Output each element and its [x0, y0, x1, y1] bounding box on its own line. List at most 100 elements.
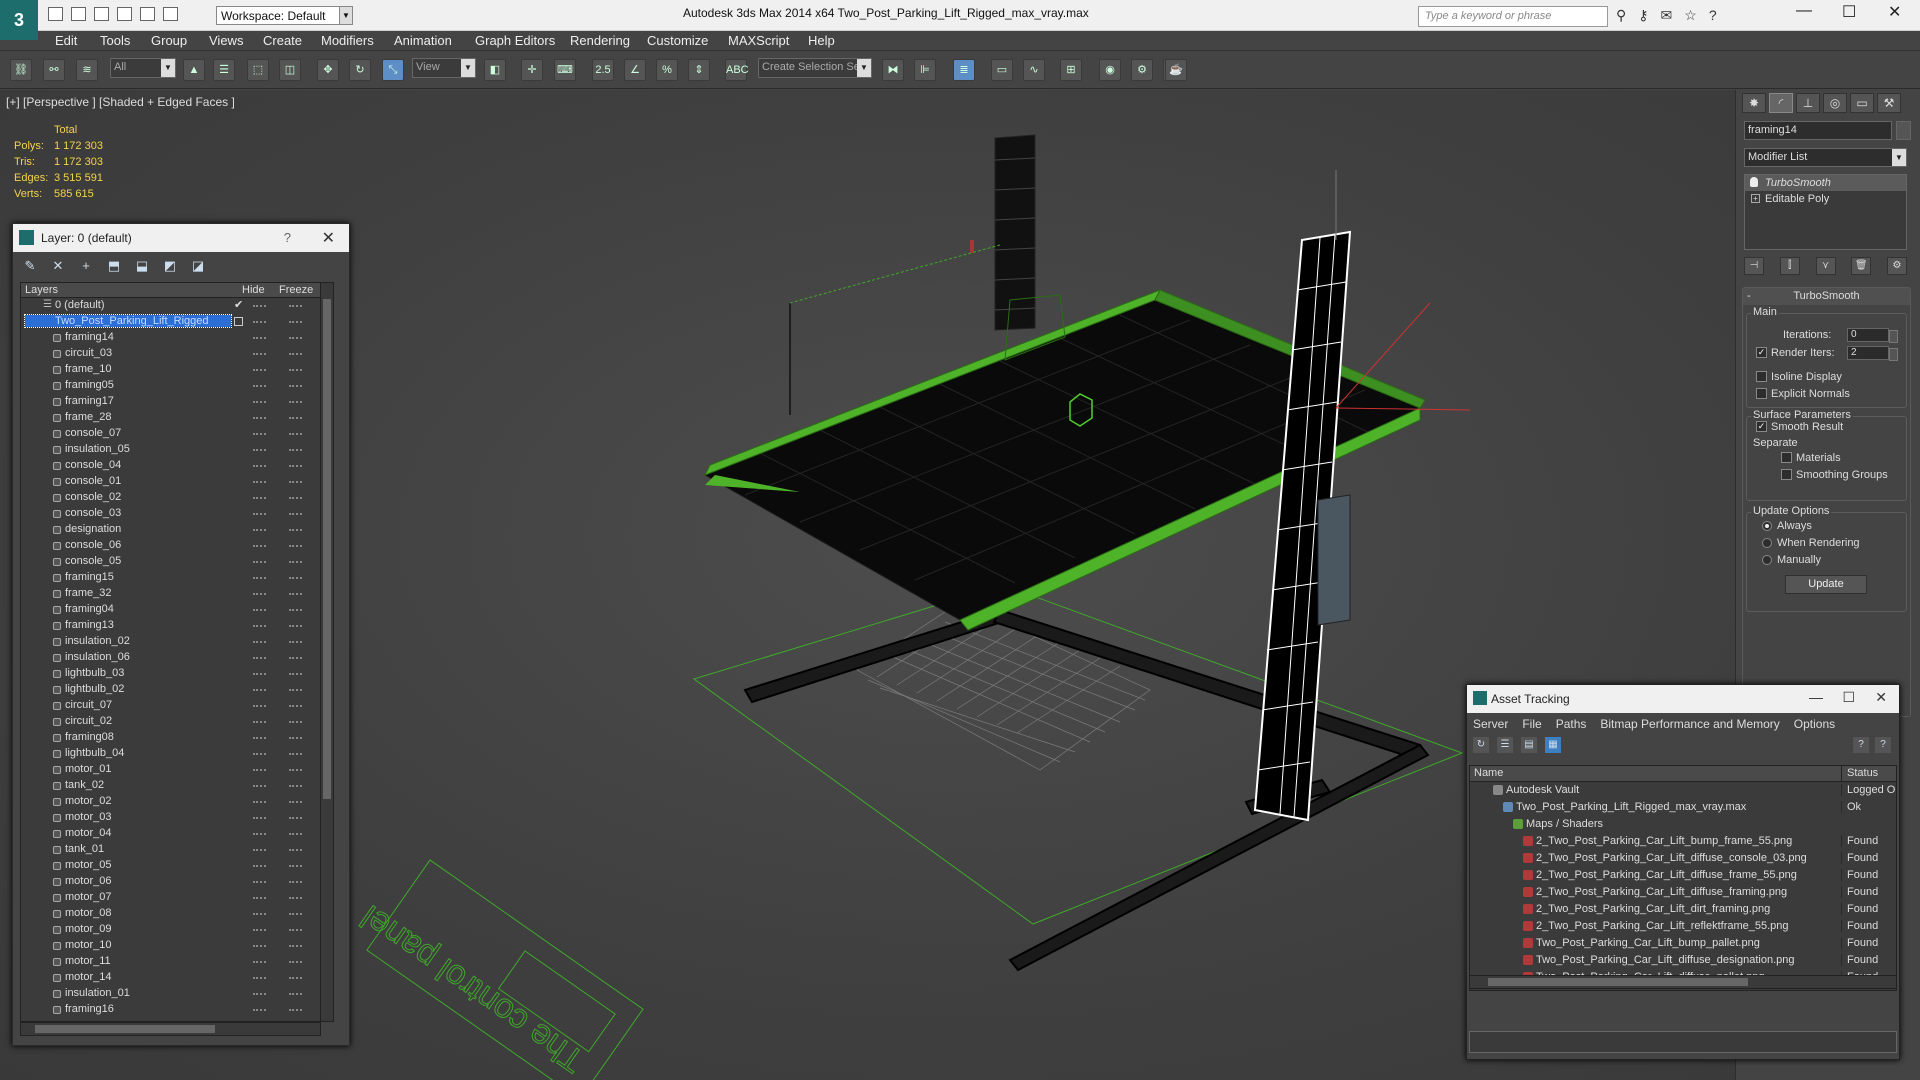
hide-toggle[interactable]: [253, 929, 266, 931]
select-manipulate-icon[interactable]: ✛: [521, 59, 543, 81]
column-header-name[interactable]: Name: [1474, 767, 1503, 779]
hide-toggle[interactable]: [253, 641, 266, 643]
freeze-toggle[interactable]: [289, 401, 302, 403]
smooth-result-checkbox[interactable]: ✓: [1756, 421, 1767, 432]
layer-object-row[interactable]: tank_01: [21, 842, 333, 858]
layer-object-row[interactable]: motor_05: [21, 858, 333, 874]
layer-object-row[interactable]: motor_03: [21, 810, 333, 826]
layer-object-row[interactable]: insulation_02: [21, 634, 333, 650]
hide-toggle[interactable]: [253, 897, 266, 899]
asset-row[interactable]: 2_Two_Post_Parking_Car_Lift_bump_frame_5…: [1470, 833, 1896, 850]
materials-checkbox[interactable]: [1781, 452, 1792, 463]
freeze-toggle[interactable]: [289, 561, 302, 563]
hide-toggle[interactable]: [253, 369, 266, 371]
table-view-icon[interactable]: ▦: [1545, 737, 1561, 753]
hide-toggle[interactable]: [253, 689, 266, 691]
hide-all-layers-icon[interactable]: ◩: [161, 257, 179, 275]
freeze-toggle[interactable]: [289, 1009, 302, 1011]
hide-toggle[interactable]: [253, 401, 266, 403]
freeze-toggle[interactable]: [289, 673, 302, 675]
thumbnail-view-icon[interactable]: ▤: [1521, 737, 1537, 753]
help-icon[interactable]: ?: [284, 230, 291, 245]
material-editor-icon[interactable]: ◉: [1099, 59, 1121, 81]
render-iters-checkbox[interactable]: ✓: [1756, 347, 1767, 358]
hide-toggle[interactable]: [253, 721, 266, 723]
column-header-status[interactable]: Status: [1841, 766, 1878, 782]
edit-named-selection-icon[interactable]: ABC: [725, 59, 749, 81]
hide-toggle[interactable]: [253, 833, 266, 835]
layer-object-row[interactable]: console_07: [21, 426, 333, 442]
close-icon[interactable]: ✕: [1875, 689, 1887, 706]
hide-toggle[interactable]: [253, 593, 266, 595]
freeze-toggle[interactable]: [289, 689, 302, 691]
freeze-toggle[interactable]: [289, 817, 302, 819]
freeze-toggle[interactable]: [289, 449, 302, 451]
freeze-toggle[interactable]: [289, 897, 302, 899]
render-setup-icon[interactable]: ⚙: [1131, 59, 1153, 81]
ribbon-icon[interactable]: ▭: [991, 59, 1013, 81]
menu-animation[interactable]: Animation: [394, 33, 452, 48]
minimize-icon[interactable]: —: [1809, 689, 1823, 705]
keyboard-shortcut-override-icon[interactable]: ⌨: [554, 59, 576, 81]
hide-toggle[interactable]: [253, 977, 266, 979]
hide-toggle[interactable]: [253, 561, 266, 563]
hide-toggle[interactable]: [253, 1009, 266, 1011]
freeze-toggle[interactable]: [289, 513, 302, 515]
update-button[interactable]: Update: [1785, 575, 1867, 594]
freeze-toggle[interactable]: [289, 609, 302, 611]
menu-customize[interactable]: Customize: [647, 33, 708, 48]
layer-object-row[interactable]: motor_11: [21, 954, 333, 970]
asset-row[interactable]: 2_Two_Post_Parking_Car_Lift_diffuse_cons…: [1470, 850, 1896, 867]
horizontal-scrollbar[interactable]: [20, 1022, 321, 1036]
minimize-icon[interactable]: —: [1796, 2, 1812, 20]
stack-item-editable-poly[interactable]: + Editable Poly: [1745, 191, 1906, 207]
hide-toggle[interactable]: [253, 577, 266, 579]
hide-toggle[interactable]: [253, 529, 266, 531]
save-icon[interactable]: [94, 7, 109, 21]
asset-menu-file[interactable]: File: [1522, 717, 1541, 731]
layer-row-default[interactable]: ☰ 0 (default) ✔: [21, 298, 333, 314]
highlight-help-icon[interactable]: ?: [1875, 737, 1891, 753]
column-header-freeze[interactable]: Freeze: [279, 284, 313, 296]
display-tab-icon[interactable]: ▭: [1850, 93, 1874, 113]
exchange-icon[interactable]: ✉: [1661, 7, 1673, 24]
object-color-swatch[interactable]: [1896, 121, 1911, 140]
layer-window-titlebar[interactable]: Layer: 0 (default) ? ✕: [13, 224, 349, 252]
freeze-toggle[interactable]: [289, 961, 302, 963]
modifier-list-dropdown[interactable]: Modifier List ▼: [1744, 148, 1907, 167]
asset-row[interactable]: Two_Post_Parking_Car_Lift_bump_pallet.pn…: [1470, 935, 1896, 952]
hide-toggle[interactable]: [253, 993, 266, 995]
explicit-normals-checkbox[interactable]: [1756, 388, 1767, 399]
help-icon[interactable]: ?: [1709, 7, 1717, 24]
freeze-toggle[interactable]: [289, 993, 302, 995]
named-selection-dropdown[interactable]: Create Selection Se ▼: [758, 58, 872, 78]
layer-object-row[interactable]: framing04: [21, 602, 333, 618]
freeze-toggle[interactable]: [289, 481, 302, 483]
maximize-icon[interactable]: ☐: [1842, 689, 1855, 706]
viewport-label[interactable]: [+] [Perspective ] [Shaded + Edged Faces…: [6, 95, 235, 109]
hide-toggle[interactable]: [253, 513, 266, 515]
layer-object-row[interactable]: framing08: [21, 730, 333, 746]
layer-object-row[interactable]: console_01: [21, 474, 333, 490]
list-view-icon[interactable]: ☰: [1497, 737, 1513, 753]
snaps-toggle-icon[interactable]: 2.5: [592, 59, 614, 81]
freeze-toggle[interactable]: [289, 977, 302, 979]
refresh-icon[interactable]: ↻: [1473, 737, 1489, 753]
close-icon[interactable]: ✕: [1888, 2, 1901, 22]
select-by-name-icon[interactable]: ☰: [213, 59, 235, 81]
hide-toggle[interactable]: [253, 913, 266, 915]
layer-object-row[interactable]: lightbulb_03: [21, 666, 333, 682]
layer-object-row[interactable]: circuit_02: [21, 714, 333, 730]
asset-row[interactable]: Two_Post_Parking_Lift_Rigged_max_vray.ma…: [1470, 799, 1896, 816]
layer-object-row[interactable]: framing16: [21, 1002, 333, 1018]
freeze-toggle[interactable]: [289, 545, 302, 547]
hide-toggle[interactable]: [253, 849, 266, 851]
angle-snap-icon[interactable]: ∠: [624, 59, 646, 81]
percent-snap-icon[interactable]: %: [656, 59, 678, 81]
layer-object-row[interactable]: motor_10: [21, 938, 333, 954]
redo-icon[interactable]: [140, 7, 155, 21]
workspace-selector[interactable]: Workspace: Default ▼: [216, 6, 353, 25]
align-icon[interactable]: ⊫: [914, 59, 936, 81]
layer-object-row[interactable]: motor_14: [21, 970, 333, 986]
hide-toggle[interactable]: [253, 449, 266, 451]
